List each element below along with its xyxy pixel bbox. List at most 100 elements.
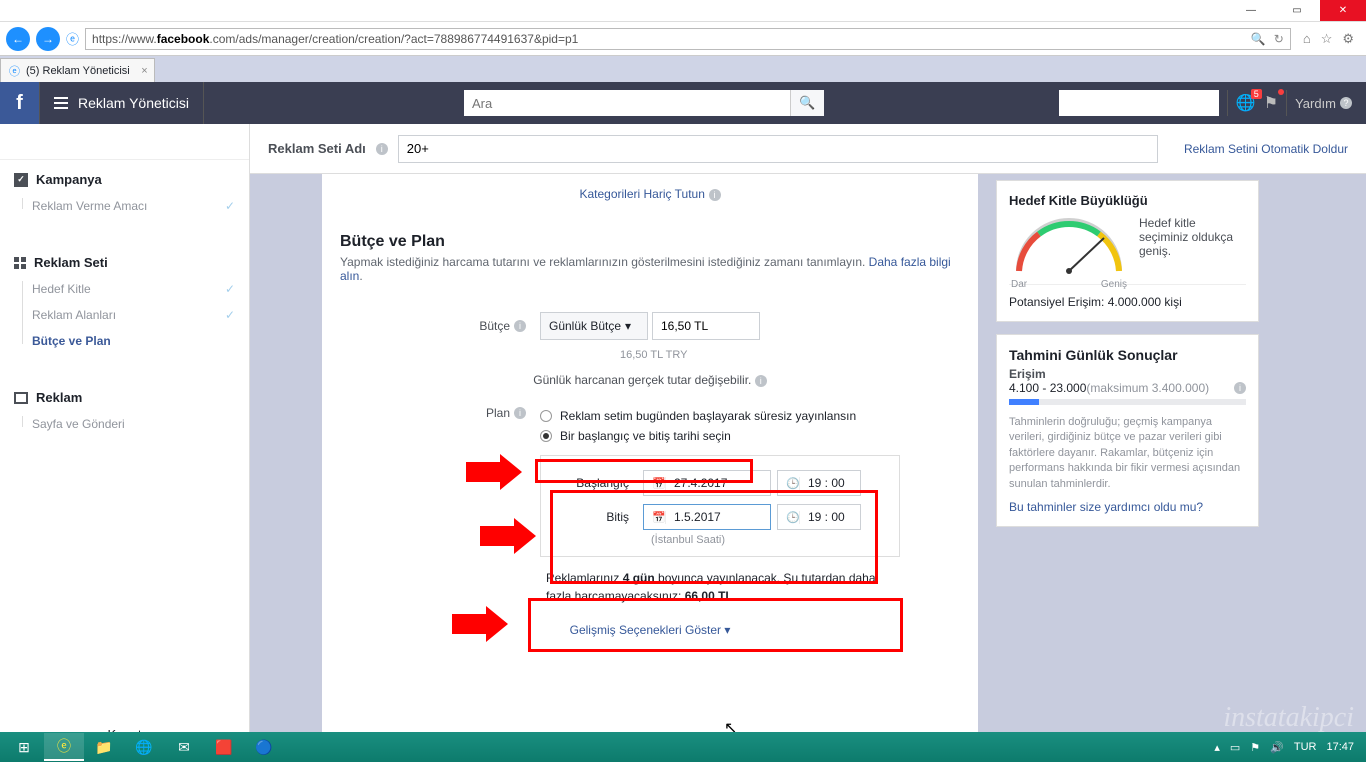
est-range: 4.100 - 23.000 (1009, 381, 1086, 395)
nav-page-post[interactable]: Sayfa ve Gönderi (0, 411, 249, 437)
start-date-value: 27.4.2017 (666, 476, 735, 490)
home-icon[interactable]: ⌂ (1303, 31, 1311, 47)
window-maximize-button[interactable]: ▭ (1274, 0, 1320, 21)
info-icon[interactable]: i (709, 189, 721, 201)
nav-budget-schedule[interactable]: Bütçe ve Plan (0, 328, 249, 354)
nav-ad[interactable]: Reklam (0, 378, 249, 411)
end-date-input[interactable]: 📅 1.5.2017 (643, 504, 771, 530)
favorites-icon[interactable]: ☆ (1321, 31, 1333, 47)
gauge-labels: Dar Geniş (1009, 279, 1129, 290)
search-input[interactable] (464, 90, 790, 116)
info-icon[interactable]: i (514, 320, 526, 332)
autofill-link[interactable]: Reklam Setini Otomatik Doldur (1184, 142, 1348, 156)
image-icon (14, 392, 28, 404)
taskbar-app1[interactable]: 🟥 (204, 733, 244, 761)
globe-notifications-icon[interactable]: 🌐5 (1236, 93, 1256, 113)
browser-tab[interactable]: ⓔ (5) Reklam Yöneticisi × (0, 58, 155, 82)
grid-icon (14, 257, 26, 269)
taskbar-app2[interactable]: 🔵 (244, 733, 284, 761)
radio-icon (540, 430, 552, 442)
nav-item-label: Reklam Verme Amacı (32, 199, 147, 213)
tray-action-center-icon[interactable]: ▭ (1230, 741, 1240, 754)
windows-taskbar: ⊞ ⓔ 📁 🌐 ✉ 🟥 🔵 ▴ ▭ ⚑ 🔊 TUR 17:47 (0, 732, 1366, 762)
budget-schedule-card: Kategorileri Hariç Tutun i Bütçe ve Plan… (322, 174, 978, 762)
budget-type-select[interactable]: Günlük Bütçe ▾ (540, 312, 648, 340)
form-area: Bütçe i Günlük Bütçe ▾ 16,50 TL TRY Günl… (322, 291, 978, 655)
nav-adset-label: Reklam Seti (34, 255, 108, 270)
nav-campaign-objective[interactable]: Reklam Verme Amacı ✓ (0, 193, 249, 219)
audience-size-card: Hedef Kitle Büyüklüğü (996, 180, 1259, 322)
start-button[interactable]: ⊞ (4, 733, 44, 761)
nav-adset[interactable]: Reklam Seti (0, 243, 249, 276)
taskbar-ie[interactable]: ⓔ (44, 733, 84, 761)
tray-volume-icon[interactable]: 🔊 (1270, 741, 1284, 754)
taskbar-chrome[interactable]: 🌐 (124, 733, 164, 761)
facebook-header: f Reklam Yöneticisi 🔍 🌐5 ⚑ Yardım ? (0, 82, 1366, 124)
adset-name-input[interactable] (398, 135, 1158, 163)
budget-try-hint: 16,50 TL TRY (340, 345, 960, 371)
est-feedback-link[interactable]: Bu tahminler size yardımcı oldu mu? (1009, 500, 1246, 514)
tray-up-icon[interactable]: ▴ (1214, 741, 1220, 754)
taskbar-outlook[interactable]: ✉ (164, 733, 204, 761)
browser-forward-button[interactable]: → (36, 27, 60, 51)
info-icon[interactable]: i (376, 143, 388, 155)
calendar-icon: 📅 (644, 511, 666, 524)
gauge-broad-label: Geniş (1101, 279, 1127, 290)
est-title: Tahmini Günlük Sonuçlar (1009, 347, 1246, 363)
ie-icon: ⓔ (66, 29, 79, 48)
schedule-box: Başlangıç 📅 27.4.2017 🕒 19 : 00 Bi (540, 455, 900, 557)
radio-icon (540, 410, 552, 422)
info-icon[interactable]: i (755, 375, 767, 387)
search-button[interactable]: 🔍 (790, 90, 824, 116)
flag-icon[interactable]: ⚑ (1264, 93, 1278, 113)
nav-campaign[interactable]: ✓ Kampanya (0, 160, 249, 193)
timezone-hint: (İstanbul Saati) (557, 534, 883, 546)
info-icon[interactable]: i (1234, 382, 1246, 394)
nav-ad-group: Reklam Sayfa ve Gönderi (0, 378, 249, 437)
refresh-icon[interactable]: ↻ (1274, 32, 1284, 46)
advanced-options-toggle[interactable]: Gelişmiş Seçenekleri Göster ▾ (340, 613, 960, 655)
start-time-input[interactable]: 🕒 19 : 00 (777, 470, 861, 496)
window-close-button[interactable]: ✕ (1320, 0, 1366, 21)
budget-amount-input[interactable] (652, 312, 760, 340)
search-icon[interactable]: 🔍 (1251, 32, 1266, 46)
taskbar-explorer[interactable]: 📁 (84, 733, 124, 761)
settings-icon[interactable]: ⚙ (1342, 31, 1354, 47)
budget-row: Bütçe i Günlük Bütçe ▾ (340, 307, 960, 345)
start-date-input[interactable]: 📅 27.4.2017 (643, 470, 771, 496)
select-value: Günlük Bütçe (549, 319, 621, 333)
account-dropdown[interactable] (1059, 90, 1219, 116)
gauge-row: Dar Geniş Hedef kitle seçiminiz oldukça … (1009, 216, 1246, 276)
help-link[interactable]: Yardım ? (1295, 96, 1352, 111)
adset-name-label: Reklam Seti Adı (268, 141, 366, 156)
start-label: Başlangıç (557, 476, 637, 490)
budget-vary-hint: Günlük harcanan gerçek tutar değişebilir… (340, 371, 960, 401)
tab-strip: ⓔ (5) Reklam Yöneticisi × (0, 56, 1366, 82)
nav-item-label: Hedef Kitle (32, 282, 91, 296)
address-bar[interactable]: https://www.facebook.com/ads/manager/cre… (85, 28, 1291, 50)
tray-clock[interactable]: 17:47 (1326, 741, 1354, 753)
window-minimize-button[interactable]: — (1228, 0, 1274, 21)
tray-flag-icon[interactable]: ⚑ (1250, 741, 1260, 754)
browser-back-button[interactable]: ← (6, 27, 30, 51)
nav-placements[interactable]: Reklam Alanları ✓ (0, 302, 249, 328)
calendar-icon: 📅 (644, 477, 666, 490)
info-icon[interactable]: i (514, 407, 526, 419)
radio-start-end[interactable]: Bir başlangıç ve bitiş tarihi seçin (540, 426, 960, 446)
radio-continuous[interactable]: Reklam setim bugünden başlayarak süresiz… (540, 406, 960, 426)
complete-check-icon: ✓ (225, 282, 235, 296)
nav-item-label: Bütçe ve Plan (32, 334, 111, 348)
end-time-input[interactable]: 🕒 19 : 00 (777, 504, 861, 530)
exclude-categories-link[interactable]: Kategorileri Hariç Tutun (579, 187, 704, 201)
facebook-logo[interactable]: f (0, 82, 40, 124)
tab-close-icon[interactable]: × (141, 65, 147, 77)
help-icon: ? (1340, 97, 1352, 109)
audience-desc: Hedef kitle seçiminiz oldukça geniş. (1139, 216, 1246, 258)
ads-manager-menu[interactable]: Reklam Yöneticisi (40, 82, 204, 124)
end-date-row: Bitiş 📅 1.5.2017 🕒 19 : 00 (557, 500, 883, 534)
nav-audience[interactable]: Hedef Kitle ✓ (0, 276, 249, 302)
end-label: Bitiş (557, 510, 637, 524)
tray-language[interactable]: TUR (1294, 741, 1317, 753)
estimated-results-card: Tahmini Günlük Sonuçlar Erişim 4.100 - 2… (996, 334, 1259, 527)
est-range-row: 4.100 - 23.000 (maksimum 3.400.000) i (1009, 381, 1246, 395)
